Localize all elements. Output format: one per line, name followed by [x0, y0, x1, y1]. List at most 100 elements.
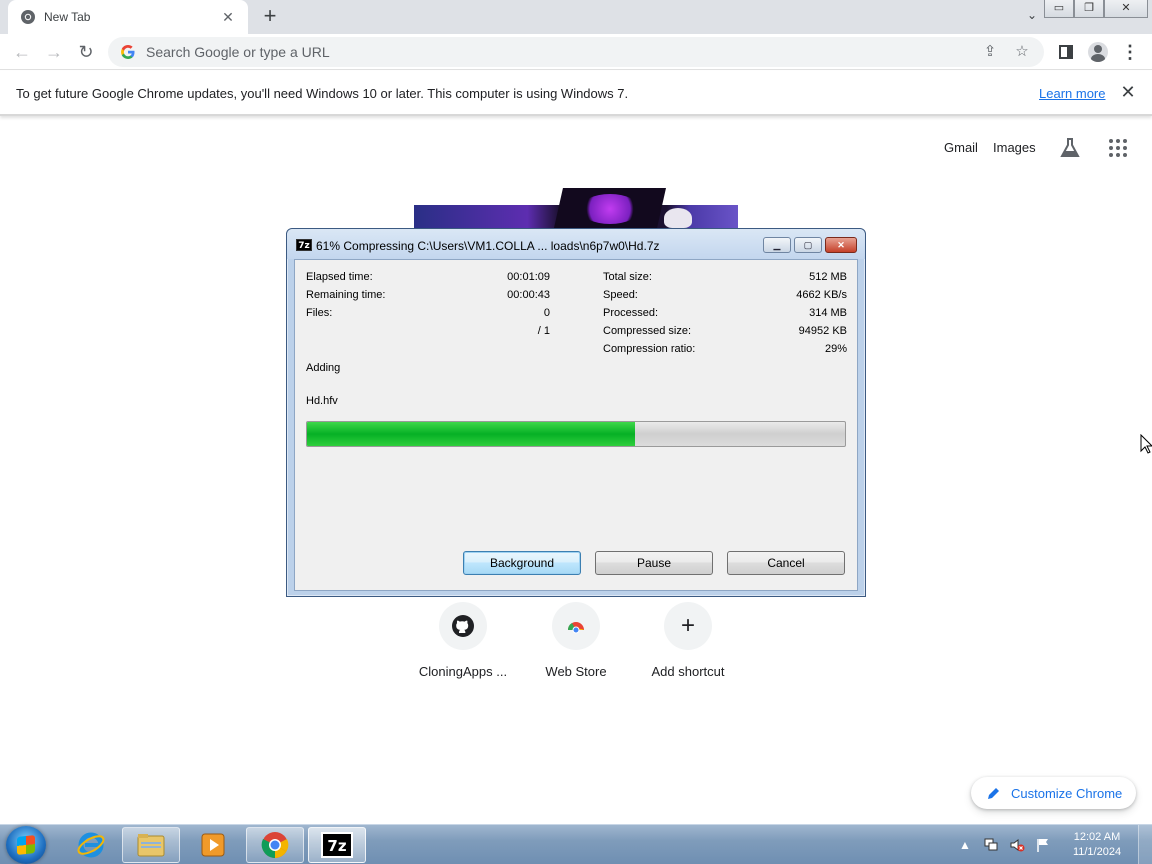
- profile-avatar-icon[interactable]: [1086, 40, 1110, 64]
- compression-ratio-value: 29%: [824, 343, 847, 355]
- windows-taskbar: 7z ▲ 12:02 AM 11/1/2024: [0, 824, 1152, 864]
- progress-bar-fill: [307, 422, 636, 446]
- learn-more-link[interactable]: Learn more: [1039, 86, 1105, 101]
- github-icon: [452, 615, 474, 637]
- google-apps-icon[interactable]: [1109, 139, 1127, 157]
- speed-value: 4662 KB/s: [796, 289, 847, 301]
- 7zip-icon-text: 7z: [327, 837, 346, 855]
- reload-icon[interactable]: ↻: [74, 40, 98, 64]
- mouse-cursor-icon: [1140, 434, 1152, 454]
- tab-new-tab[interactable]: New Tab ✕: [8, 0, 248, 34]
- taskbar-media-player[interactable]: [184, 827, 242, 863]
- side-panel-icon[interactable]: [1054, 40, 1078, 64]
- action-center-flag-icon[interactable]: [1035, 837, 1051, 853]
- customize-chrome-button[interactable]: Customize Chrome: [971, 777, 1136, 809]
- tab-close-icon[interactable]: ✕: [220, 9, 236, 26]
- folder-icon: [137, 834, 165, 857]
- show-hidden-icons-arrow-icon[interactable]: ▲: [957, 837, 973, 853]
- taskbar-chrome[interactable]: [246, 827, 304, 863]
- share-icon[interactable]: ⇪: [980, 42, 1000, 62]
- compression-progress-bar: [306, 421, 846, 447]
- add-shortcut-button[interactable]: + Add shortcut: [633, 602, 743, 679]
- window-close-button[interactable]: ✕: [1104, 0, 1148, 18]
- google-doodle[interactable]: [414, 188, 738, 228]
- start-button[interactable]: [6, 826, 46, 864]
- current-file-name: Hd.hfv: [306, 395, 338, 407]
- media-player-icon: [201, 833, 225, 857]
- web-store-icon: [567, 622, 584, 634]
- restore-button[interactable]: ❐: [1074, 0, 1104, 18]
- shortcut-label: Add shortcut: [651, 664, 725, 679]
- back-arrow-icon[interactable]: ←: [10, 40, 34, 64]
- speed-label: Speed:: [603, 289, 638, 301]
- shortcut-web-store[interactable]: Web Store: [521, 602, 631, 679]
- files-value: 0: [543, 307, 550, 319]
- browser-toolbar: ← → ↻ Search Google or type a URL ⇪ ☆ ⋮: [0, 34, 1152, 70]
- show-desktop-button[interactable]: [1138, 825, 1152, 864]
- processed-value: 314 MB: [809, 307, 847, 319]
- internet-explorer-icon: [77, 832, 105, 858]
- google-g-icon: [121, 45, 135, 59]
- new-tab-button[interactable]: +: [258, 5, 282, 29]
- compressed-size-value: 94952 KB: [798, 325, 847, 337]
- update-infobar: To get future Google Chrome updates, you…: [0, 71, 1152, 116]
- 7zip-app-icon: 7z: [296, 239, 312, 251]
- clock-date: 11/1/2024: [1072, 846, 1122, 858]
- dialog-close-button[interactable]: ✕: [825, 237, 857, 253]
- labs-flask-icon[interactable]: [1060, 137, 1080, 159]
- compression-ratio-label: Compression ratio:: [603, 343, 696, 355]
- background-button[interactable]: Background: [463, 551, 581, 575]
- taskbar-7zip[interactable]: 7z: [308, 827, 366, 863]
- plus-icon: +: [680, 612, 695, 639]
- compressed-size-label: Compressed size:: [603, 325, 692, 337]
- taskbar-windows-explorer[interactable]: [122, 827, 180, 863]
- remaining-time-value: 00:00:43: [507, 289, 550, 301]
- address-bar[interactable]: Search Google or type a URL ⇪ ☆: [108, 37, 1044, 67]
- files-label: Files:: [306, 307, 333, 319]
- tab-strip: New Tab ✕ + ⌄ ▭ ❐ ✕: [0, 0, 1152, 34]
- dialog-titlebar[interactable]: 7z 61% Compressing C:\Users\VM1.COLLA ..…: [287, 229, 865, 259]
- operation-status: Adding: [306, 362, 341, 374]
- network-icon[interactable]: [983, 837, 999, 853]
- taskbar-internet-explorer[interactable]: [62, 827, 120, 863]
- 7zip-progress-dialog: 7z 61% Compressing C:\Users\VM1.COLLA ..…: [286, 228, 866, 597]
- dialog-window-controls: ▁ ▢ ✕: [763, 237, 857, 253]
- images-link[interactable]: Images: [993, 140, 1036, 155]
- volume-muted-icon[interactable]: [1009, 837, 1025, 853]
- shortcut-tile: [439, 602, 487, 650]
- search-input[interactable]: Search Google or type a URL: [146, 44, 968, 60]
- shortcut-cloningapps[interactable]: CloningApps ...: [408, 602, 518, 679]
- shortcut-tile: +: [664, 602, 712, 650]
- pencil-icon: [988, 788, 999, 799]
- elapsed-time-label: Elapsed time:: [306, 271, 373, 283]
- taskbar-clock[interactable]: 12:02 AM 11/1/2024: [1060, 830, 1134, 860]
- window-controls: ▭ ❐ ✕: [1044, 0, 1148, 18]
- dialog-maximize-button[interactable]: ▢: [794, 237, 822, 253]
- shortcut-label: CloningApps ...: [418, 664, 508, 679]
- pause-button[interactable]: Pause: [595, 551, 713, 575]
- chrome-icon: [21, 10, 35, 24]
- dialog-body: Elapsed time: 00:01:09 Remaining time: 0…: [294, 259, 858, 591]
- dialog-minimize-button[interactable]: ▁: [763, 237, 791, 253]
- forward-arrow-icon[interactable]: →: [42, 40, 66, 64]
- 7zip-icon: 7z: [321, 832, 353, 858]
- system-tray: ▲ 12:02 AM 11/1/2024: [952, 825, 1152, 864]
- infobar-message: To get future Google Chrome updates, you…: [16, 86, 629, 101]
- chrome-taskbar-icon: [261, 832, 289, 859]
- remaining-time-label: Remaining time:: [306, 289, 386, 301]
- gmail-link[interactable]: Gmail: [944, 140, 978, 155]
- dialog-title: 61% Compressing C:\Users\VM1.COLLA ... l…: [316, 239, 660, 253]
- total-size-value: 512 MB: [809, 271, 847, 283]
- cancel-button[interactable]: Cancel: [727, 551, 845, 575]
- files-total-value: / 1: [537, 325, 550, 337]
- infobar-close-icon[interactable]: ✕: [1119, 82, 1137, 103]
- minimize-button[interactable]: ▭: [1044, 0, 1074, 18]
- tab-search-chevron-icon[interactable]: ⌄: [1022, 8, 1042, 26]
- elapsed-time-value: 00:01:09: [507, 271, 550, 283]
- total-size-label: Total size:: [603, 271, 652, 283]
- kebab-menu-icon[interactable]: ⋮: [1118, 40, 1142, 64]
- customize-chrome-label: Customize Chrome: [1011, 785, 1123, 801]
- bookmark-star-icon[interactable]: ☆: [1012, 42, 1032, 62]
- tab-title: New Tab: [44, 10, 91, 24]
- processed-label: Processed:: [603, 307, 659, 319]
